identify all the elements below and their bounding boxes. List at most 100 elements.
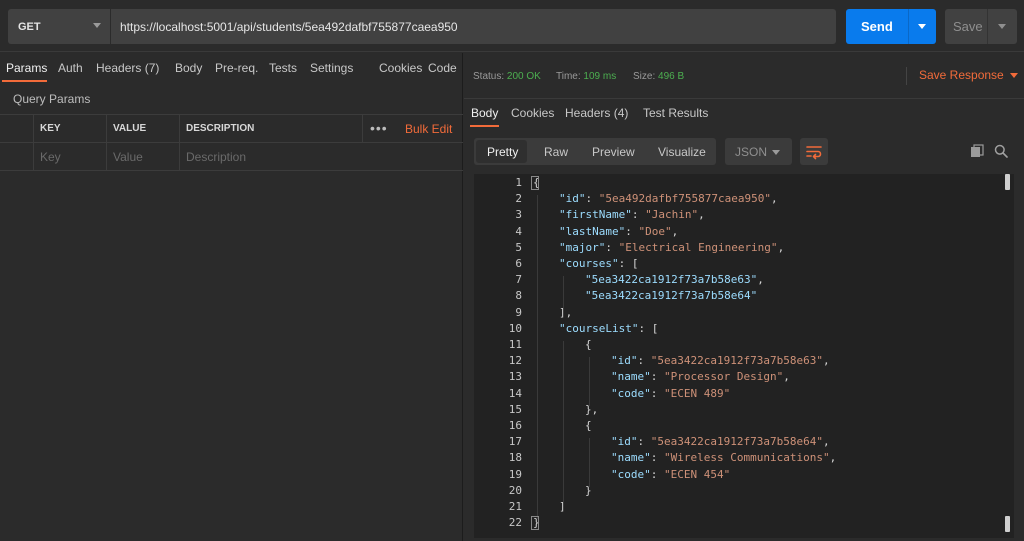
cookies-link[interactable]: Cookies — [379, 61, 422, 75]
chevron-down-icon — [772, 150, 780, 155]
json-code-view: { "id": "5ea492dafbf755877caea950", "first… — [529, 174, 999, 538]
code-line: "5ea3422ca1912f73a7b58e64" — [585, 289, 757, 302]
chevron-down-icon[interactable] — [918, 24, 926, 29]
description-input[interactable]: Description — [180, 143, 463, 170]
code-line: "code": "ECEN 454" — [611, 468, 730, 481]
tab-tests[interactable]: Tests — [269, 61, 297, 75]
json-key: "lastName" — [559, 224, 626, 238]
tab-response-cookies[interactable]: Cookies — [511, 106, 554, 120]
json-punctuation: , — [757, 273, 764, 287]
save-response-button[interactable]: Save Response — [919, 68, 1018, 82]
query-params-title: Query Params — [13, 92, 91, 106]
json-punctuation: : — [631, 208, 646, 222]
json-punctuation: , — [698, 208, 705, 222]
json-punctuation: : [ — [638, 321, 659, 335]
search-icon[interactable] — [994, 144, 1008, 158]
copy-icon[interactable] — [970, 144, 984, 158]
tab-auth[interactable]: Auth — [58, 61, 83, 75]
query-params-table: KEY VALUE DESCRIPTION ••• Bulk Edit Key … — [0, 114, 463, 171]
checkbox-column — [0, 115, 34, 142]
json-key: "code" — [611, 467, 651, 481]
url-text: https://localhost:5001/api/students/5ea4… — [120, 19, 458, 34]
line-number: 2 — [515, 192, 522, 206]
more-options-icon[interactable]: ••• — [370, 120, 388, 136]
scrollbar-bottom-marker[interactable] — [1005, 516, 1010, 532]
method-select[interactable]: GET — [8, 9, 110, 44]
code-line: "courseList": [ — [559, 322, 658, 335]
line-number: 11 — [508, 338, 522, 351]
column-header-value: VALUE — [107, 115, 180, 142]
tab-params[interactable]: Params — [6, 61, 47, 75]
bulk-edit-link[interactable]: Bulk Edit — [405, 122, 452, 136]
json-punctuation: : — [650, 451, 664, 465]
code-link[interactable]: Code — [428, 61, 457, 75]
tab-settings[interactable]: Settings — [310, 61, 353, 75]
row-checkbox[interactable] — [0, 143, 34, 170]
headers-count-badge: (7) — [144, 61, 160, 75]
code-line: "id": "5ea3422ca1912f73a7b58e64", — [611, 435, 830, 448]
code-line: "major": "Electrical Engineering", — [559, 241, 784, 254]
json-punctuation: : — [650, 467, 664, 481]
scrollbar-top-marker[interactable] — [1005, 174, 1010, 190]
line-number: 20 — [508, 483, 522, 497]
code-line: "name": "Processor Design", — [611, 370, 790, 383]
line-number: 14 — [508, 386, 522, 400]
json-string: "5ea3422ca1912f73a7b58e63" — [650, 354, 823, 368]
code-line: "firstName": "Jachin", — [559, 208, 705, 221]
size-label: Size: — [633, 71, 656, 82]
view-mode-preview[interactable]: Preview — [592, 145, 635, 159]
save-button[interactable]: Save — [945, 9, 1017, 44]
json-key: "firstName" — [559, 208, 632, 222]
chevron-down-icon[interactable] — [998, 24, 1006, 29]
size-info: Size: 496 B — [633, 71, 684, 82]
response-status-bar: Status: 200 OK Time: 109 ms Size: 496 B … — [464, 53, 1024, 99]
json-key: "courseList" — [559, 321, 639, 335]
json-string: "5ea492dafbf755877caea950" — [598, 192, 771, 206]
format-select[interactable]: JSON — [725, 138, 792, 165]
code-line: { — [585, 338, 592, 351]
tab-response-body[interactable]: Body — [471, 106, 498, 120]
code-line: "code": "ECEN 489" — [611, 387, 730, 400]
tab-response-headers-label: Headers — [565, 106, 611, 120]
response-body-editor[interactable]: 1 2 3 4 5 6 7 8 9 10 11 12 13 14 15 16 17 18 19 20 21 22 {"id… — [474, 174, 1014, 538]
line-number: 12 — [508, 354, 522, 368]
active-tab-underline — [2, 80, 47, 82]
request-bar: GET https://localhost:5001/api/students/… — [0, 0, 1024, 52]
wrap-lines-button[interactable] — [800, 138, 828, 165]
json-punctuation: , — [770, 192, 778, 206]
send-button[interactable]: Send — [846, 9, 936, 44]
table-header-row: KEY VALUE DESCRIPTION ••• Bulk Edit — [0, 115, 463, 143]
view-mode-raw[interactable]: Raw — [544, 145, 568, 159]
response-panel: Status: 200 OK Time: 109 ms Size: 496 B … — [464, 53, 1024, 541]
json-punctuation: : — [650, 386, 664, 400]
key-input[interactable]: Key — [34, 143, 107, 170]
view-mode-visualize[interactable]: Visualize — [658, 145, 706, 159]
request-panel: Params Auth Headers (7) Body Pre-req. Te… — [0, 53, 463, 541]
send-divider — [908, 9, 909, 44]
time-label: Time: — [556, 71, 581, 82]
indent-guide — [563, 276, 564, 309]
response-tabs: Body Cookies Headers (4) Test Results — [464, 99, 1024, 128]
view-mode-pretty[interactable]: Pretty — [476, 140, 527, 163]
url-input[interactable]: https://localhost:5001/api/students/5ea4… — [111, 9, 836, 44]
column-header-description: DESCRIPTION — [180, 115, 363, 142]
size-value: 496 B — [658, 71, 685, 82]
line-number-gutter: 1 2 3 4 5 6 7 8 9 10 11 12 13 14 15 16 17 18 19 20 21 22 — [474, 174, 526, 538]
chevron-down-icon — [1009, 73, 1018, 79]
tab-prereq[interactable]: Pre-req. — [215, 61, 258, 75]
line-number: 13 — [508, 370, 522, 384]
json-key: "code" — [611, 386, 651, 400]
json-punctuation: : — [585, 192, 599, 206]
tab-response-headers[interactable]: Headers (4) — [565, 106, 628, 120]
code-line: "id": "5ea492dafbf755877caea950", — [559, 192, 778, 205]
value-input[interactable]: Value — [107, 143, 180, 170]
tab-headers[interactable]: Headers (7) — [96, 61, 159, 75]
tab-body[interactable]: Body — [175, 61, 202, 75]
json-punctuation: }, — [585, 402, 599, 416]
line-number: 5 — [515, 240, 522, 254]
code-line: "lastName": "Doe", — [559, 225, 678, 238]
code-line: { — [585, 419, 592, 432]
indent-guide — [563, 341, 564, 503]
tab-test-results[interactable]: Test Results — [643, 106, 708, 120]
json-key: "name" — [611, 370, 651, 384]
